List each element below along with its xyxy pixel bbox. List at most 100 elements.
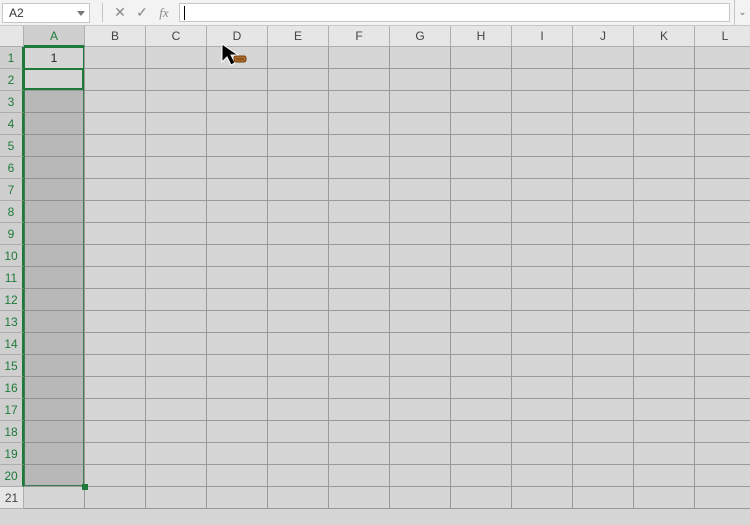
cell-I20[interactable] (512, 465, 573, 487)
cell-C4[interactable] (146, 113, 207, 135)
enter-button[interactable]: ✓ (131, 0, 153, 25)
cell-J11[interactable] (573, 267, 634, 289)
cell-A11[interactable] (24, 267, 85, 289)
row-header-6[interactable]: 6 (0, 157, 24, 179)
cell-I14[interactable] (512, 333, 573, 355)
cell-H4[interactable] (451, 113, 512, 135)
column-header-A[interactable]: A (24, 26, 85, 47)
cell-B13[interactable] (85, 311, 146, 333)
cell-A2[interactable] (24, 69, 85, 91)
row-header-14[interactable]: 14 (0, 333, 24, 355)
cell-F20[interactable] (329, 465, 390, 487)
cell-J9[interactable] (573, 223, 634, 245)
column-header-B[interactable]: B (85, 26, 146, 47)
cell-L5[interactable] (695, 135, 750, 157)
cell-K16[interactable] (634, 377, 695, 399)
cell-F4[interactable] (329, 113, 390, 135)
cell-J17[interactable] (573, 399, 634, 421)
row-header-5[interactable]: 5 (0, 135, 24, 157)
cell-I9[interactable] (512, 223, 573, 245)
column-header-L[interactable]: L (695, 26, 750, 47)
cell-B3[interactable] (85, 91, 146, 113)
cell-H11[interactable] (451, 267, 512, 289)
cell-I15[interactable] (512, 355, 573, 377)
column-header-F[interactable]: F (329, 26, 390, 47)
cell-C9[interactable] (146, 223, 207, 245)
row-header-3[interactable]: 3 (0, 91, 24, 113)
cell-L13[interactable] (695, 311, 750, 333)
cell-F6[interactable] (329, 157, 390, 179)
cell-E3[interactable] (268, 91, 329, 113)
cell-K15[interactable] (634, 355, 695, 377)
cell-I8[interactable] (512, 201, 573, 223)
cell-G4[interactable] (390, 113, 451, 135)
cell-E2[interactable] (268, 69, 329, 91)
cell-E11[interactable] (268, 267, 329, 289)
row-header-21[interactable]: 21 (0, 487, 24, 509)
cell-G12[interactable] (390, 289, 451, 311)
formula-input[interactable] (179, 3, 730, 22)
cell-F2[interactable] (329, 69, 390, 91)
cell-L20[interactable] (695, 465, 750, 487)
cell-D2[interactable] (207, 69, 268, 91)
cell-G1[interactable] (390, 47, 451, 69)
cell-L12[interactable] (695, 289, 750, 311)
cell-K5[interactable] (634, 135, 695, 157)
cell-A3[interactable] (24, 91, 85, 113)
cell-A10[interactable] (24, 245, 85, 267)
cell-F7[interactable] (329, 179, 390, 201)
cell-G18[interactable] (390, 421, 451, 443)
cell-J4[interactable] (573, 113, 634, 135)
cell-B2[interactable] (85, 69, 146, 91)
cell-H18[interactable] (451, 421, 512, 443)
column-header-J[interactable]: J (573, 26, 634, 47)
row-header-2[interactable]: 2 (0, 69, 24, 91)
cell-I19[interactable] (512, 443, 573, 465)
cell-B4[interactable] (85, 113, 146, 135)
row-header-15[interactable]: 15 (0, 355, 24, 377)
cell-G7[interactable] (390, 179, 451, 201)
cell-A12[interactable] (24, 289, 85, 311)
cell-L15[interactable] (695, 355, 750, 377)
cell-L1[interactable] (695, 47, 750, 69)
cell-A20[interactable] (24, 465, 85, 487)
cell-K2[interactable] (634, 69, 695, 91)
cell-H13[interactable] (451, 311, 512, 333)
cell-J20[interactable] (573, 465, 634, 487)
cell-F18[interactable] (329, 421, 390, 443)
cell-C12[interactable] (146, 289, 207, 311)
cell-G14[interactable] (390, 333, 451, 355)
cell-C5[interactable] (146, 135, 207, 157)
row-header-12[interactable]: 12 (0, 289, 24, 311)
cell-C13[interactable] (146, 311, 207, 333)
spreadsheet-grid[interactable]: ABCDEFGHIJKL 123456789101112131415161718… (0, 26, 750, 525)
column-header-I[interactable]: I (512, 26, 573, 47)
cell-J19[interactable] (573, 443, 634, 465)
cell-K10[interactable] (634, 245, 695, 267)
cell-H10[interactable] (451, 245, 512, 267)
cell-G9[interactable] (390, 223, 451, 245)
cell-K18[interactable] (634, 421, 695, 443)
cell-H20[interactable] (451, 465, 512, 487)
cell-D11[interactable] (207, 267, 268, 289)
cell-K14[interactable] (634, 333, 695, 355)
cell-G2[interactable] (390, 69, 451, 91)
cell-K8[interactable] (634, 201, 695, 223)
cell-D16[interactable] (207, 377, 268, 399)
cell-K3[interactable] (634, 91, 695, 113)
cell-L4[interactable] (695, 113, 750, 135)
cell-D20[interactable] (207, 465, 268, 487)
cell-A13[interactable] (24, 311, 85, 333)
cell-B15[interactable] (85, 355, 146, 377)
cell-H8[interactable] (451, 201, 512, 223)
column-header-H[interactable]: H (451, 26, 512, 47)
cell-L16[interactable] (695, 377, 750, 399)
cell-J2[interactable] (573, 69, 634, 91)
cell-D9[interactable] (207, 223, 268, 245)
cell-J10[interactable] (573, 245, 634, 267)
cell-L3[interactable] (695, 91, 750, 113)
cell-G17[interactable] (390, 399, 451, 421)
cell-H9[interactable] (451, 223, 512, 245)
cell-D3[interactable] (207, 91, 268, 113)
cell-C18[interactable] (146, 421, 207, 443)
